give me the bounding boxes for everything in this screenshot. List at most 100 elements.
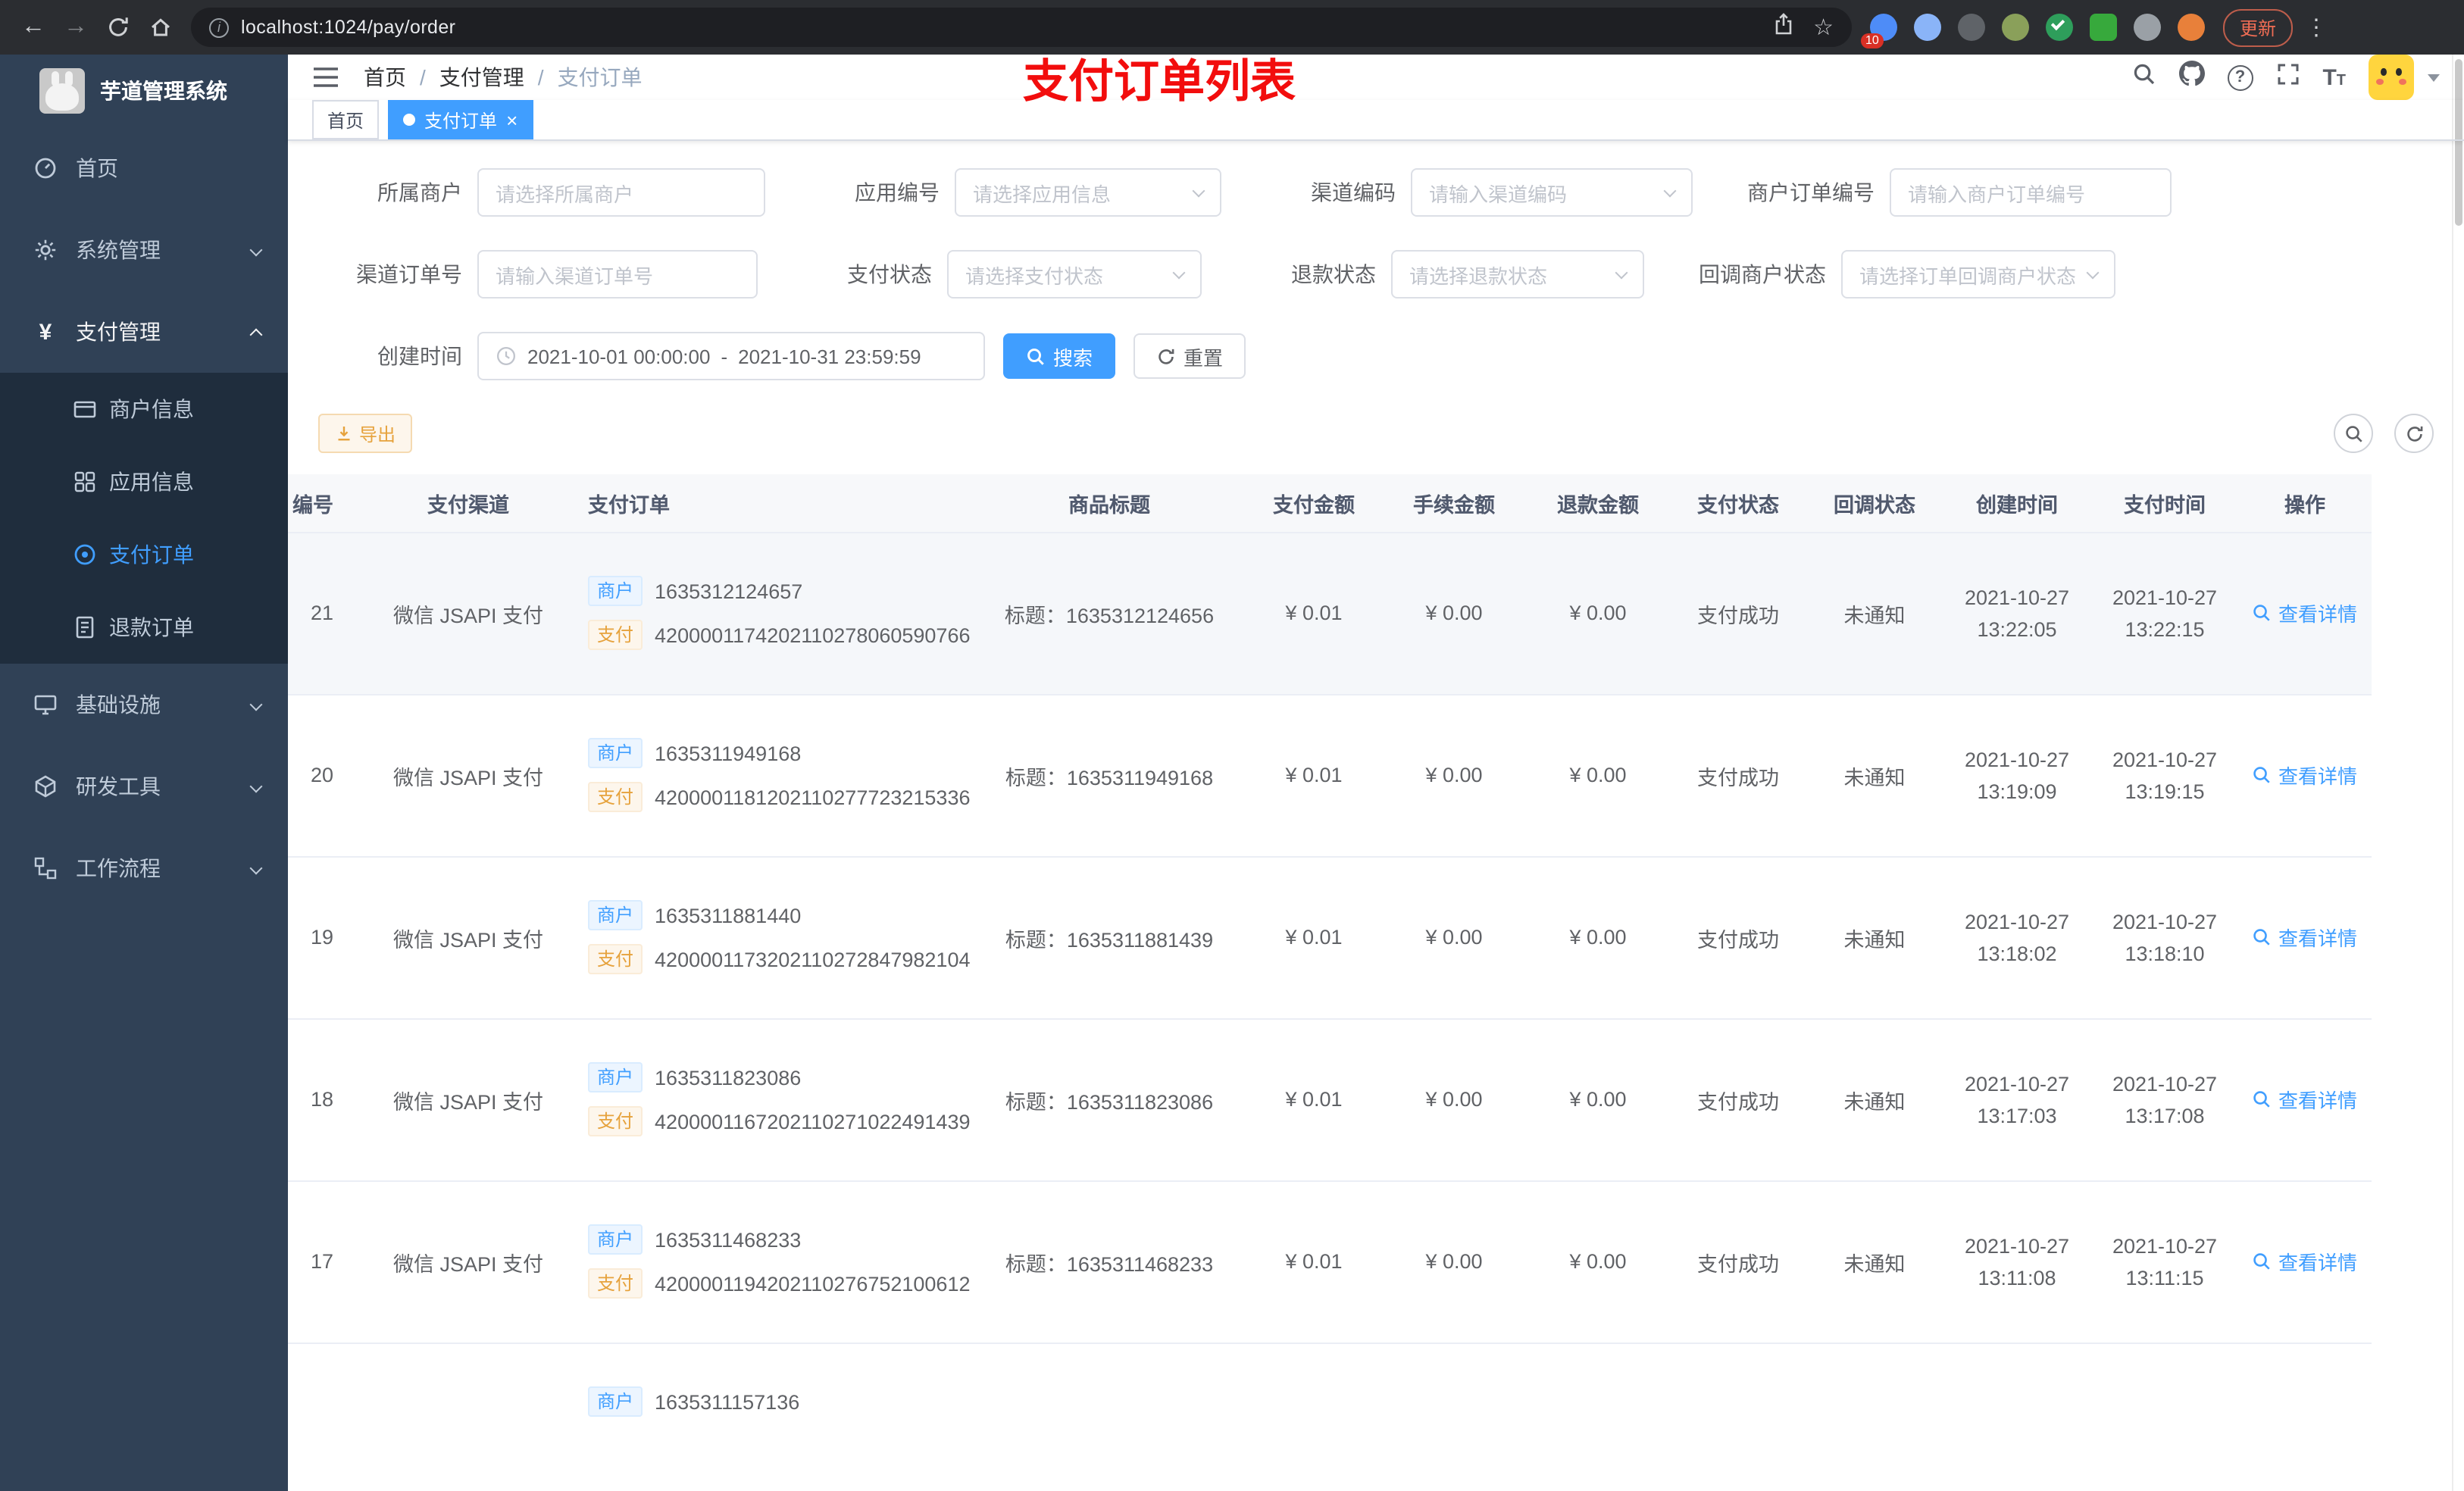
logo-avatar: [39, 68, 85, 114]
pay-order-no: 4200001167202110271022491439: [655, 1110, 971, 1133]
back-icon[interactable]: ←: [12, 6, 55, 48]
extension-icon[interactable]: [2002, 14, 2029, 41]
profile-icon[interactable]: [2178, 14, 2205, 41]
cell-title: 标题：1635311881439: [973, 856, 1246, 1019]
table-row: 21 微信 JSAPI 支付 商户 1635312124657 支付 42000…: [288, 532, 2372, 695]
sidebar-item-workflow[interactable]: 工作流程: [0, 827, 288, 909]
tab-home[interactable]: 首页: [312, 100, 380, 139]
table-row: 19 微信 JSAPI 支付 商户 1635311881440 支付 42000…: [288, 856, 2372, 1019]
column-header-paid: 支付时间: [2091, 474, 2238, 533]
sidebar-item-pay-orders[interactable]: 支付订单: [0, 518, 288, 591]
top-navbar: 首页 / 支付管理 / 支付订单 支付订单列表 ? TT: [288, 55, 2464, 108]
toggle-search-button[interactable]: [2334, 414, 2373, 453]
cell-created: 2021-10-27 13:18:02: [1943, 856, 2091, 1019]
cell-notify: 未通知: [1806, 1018, 1943, 1181]
cell-channel: 微信 JSAPI 支付: [370, 1180, 567, 1343]
browser-menu-icon[interactable]: ⋮: [2305, 14, 2328, 41]
breadcrumb-payment[interactable]: 支付管理: [439, 62, 524, 92]
chevron-down-icon: [1172, 265, 1186, 279]
user-avatar[interactable]: [2369, 55, 2414, 100]
search-button[interactable]: 搜索: [1003, 333, 1116, 379]
app-logo[interactable]: 芋道管理系统: [0, 55, 288, 127]
extension-icon[interactable]: [1914, 14, 1941, 41]
export-button[interactable]: 导出: [318, 414, 413, 453]
breadcrumb-home[interactable]: 首页: [364, 62, 406, 92]
refund-status-select[interactable]: 请选择退款状态: [1391, 250, 1644, 299]
view-detail-link[interactable]: 查看详情: [2253, 1247, 2357, 1276]
merchant-order-no: 1635311823086: [655, 1066, 802, 1089]
workflow-icon: [33, 856, 58, 880]
merchant-order-no: 1635311157136: [655, 1390, 800, 1413]
search-icon[interactable]: [2131, 61, 2156, 93]
reload-icon[interactable]: [97, 6, 139, 48]
view-detail-link[interactable]: 查看详情: [2253, 599, 2357, 627]
view-detail-link[interactable]: 查看详情: [2253, 923, 2357, 952]
tab-pay-orders[interactable]: 支付订单 ×: [388, 100, 533, 139]
extensions-puzzle-icon[interactable]: [2134, 14, 2161, 41]
sidebar-item-system[interactable]: 系统管理: [0, 209, 288, 291]
cell-refund: ¥ 0.00: [1526, 532, 1670, 695]
app-id-select[interactable]: 请选择应用信息: [955, 168, 1221, 217]
sidebar-item-home[interactable]: 首页: [0, 127, 288, 209]
view-detail-link[interactable]: 查看详情: [2253, 1085, 2357, 1114]
cell-created: 2021-10-27 13:22:05: [1943, 532, 2091, 695]
help-icon[interactable]: ?: [2227, 64, 2253, 90]
channel-order-no-input[interactable]: 请输入渠道订单号: [477, 250, 758, 299]
pay-tag: 支付: [588, 620, 643, 650]
github-icon[interactable]: [2178, 61, 2205, 94]
cell-title: [973, 1343, 1246, 1491]
address-bar[interactable]: i localhost:1024/pay/order ☆: [191, 8, 1852, 47]
create-time-range-picker[interactable]: 2021-10-01 00:00:00 - 2021-10-31 23:59:5…: [477, 332, 985, 380]
page-scrollbar[interactable]: [2452, 55, 2464, 1491]
screen: ← → i localhost:1024/pay/order ☆ 10 更新 ⋮…: [0, 0, 2464, 1491]
share-icon[interactable]: [1771, 11, 1795, 43]
breadcrumb: 首页 / 支付管理 / 支付订单: [364, 62, 643, 92]
cell-actions: 查看详情: [2238, 1343, 2372, 1491]
hamburger-icon[interactable]: [312, 65, 339, 89]
table-row: 17 微信 JSAPI 支付 商户 1635311468233 支付 42000…: [288, 1180, 2372, 1343]
sidebar-item-payment[interactable]: ¥ 支付管理: [0, 291, 288, 373]
info-icon[interactable]: i: [209, 17, 229, 37]
refresh-button[interactable]: [2394, 414, 2434, 453]
fullscreen-icon[interactable]: [2275, 61, 2300, 93]
font-size-icon[interactable]: TT: [2322, 64, 2346, 90]
merchant-select[interactable]: 请选择所属商户: [477, 168, 765, 217]
cell-refund: ¥ 0.00: [1526, 1018, 1670, 1181]
cell-pay-order: 商户 1635311157136 支付: [567, 1343, 973, 1491]
reset-button[interactable]: 重置: [1134, 333, 1246, 379]
cell-paid: 2021-10-27 13:11:15: [2091, 1180, 2238, 1343]
merchant-order-no: 1635311468233: [655, 1228, 802, 1251]
extension-icon[interactable]: 10: [1861, 14, 1897, 48]
sidebar-item-infra[interactable]: 基础设施: [0, 664, 288, 746]
view-detail-link[interactable]: 查看详情: [2253, 761, 2357, 789]
sidebar-item-app-info[interactable]: 应用信息: [0, 445, 288, 518]
table-header-row: 编号 支付渠道 支付订单 商品标题 支付金额 手续金额 退款金额 支付状态 回调…: [288, 474, 2372, 533]
forward-icon[interactable]: →: [55, 6, 97, 48]
sidebar-item-refund-orders[interactable]: 退款订单: [0, 591, 288, 664]
table-body: 21 微信 JSAPI 支付 商户 1635312124657 支付 42000…: [288, 532, 2372, 1491]
extension-icon[interactable]: [1958, 14, 1985, 41]
pay-order-no: 4200001194202110276752100612: [655, 1272, 971, 1295]
cell-amount: ¥ 0.01: [1246, 856, 1382, 1019]
chevron-down-icon: [249, 861, 263, 875]
merchant-order-no-input[interactable]: 请输入商户订单编号: [1890, 168, 2172, 217]
pay-status-select[interactable]: 请选择支付状态: [947, 250, 1202, 299]
bookmark-star-icon[interactable]: ☆: [1813, 14, 1834, 41]
chevron-down-icon: [1615, 265, 1628, 279]
close-icon[interactable]: ×: [506, 110, 518, 130]
notify-status-select[interactable]: 请选择订单回调商户状态: [1841, 250, 2115, 299]
scrollbar-thumb[interactable]: [2455, 59, 2462, 226]
home-icon[interactable]: [139, 6, 182, 48]
sidebar-item-merchant-info[interactable]: 商户信息: [0, 373, 288, 445]
extension-icon[interactable]: [2046, 14, 2073, 41]
browser-update-button[interactable]: 更新: [2223, 8, 2294, 46]
cell-status: [1670, 1343, 1806, 1491]
channel-code-select[interactable]: 请输入渠道编码: [1411, 168, 1693, 217]
chevron-down-icon: [2086, 265, 2100, 279]
extension-icon[interactable]: [2090, 14, 2117, 41]
record-icon: [73, 542, 97, 567]
column-header-status: 支付状态: [1670, 474, 1806, 533]
sidebar-item-dev-tools[interactable]: 研发工具: [0, 746, 288, 827]
cell-channel: [370, 1343, 567, 1491]
cell-channel: 微信 JSAPI 支付: [370, 694, 567, 857]
